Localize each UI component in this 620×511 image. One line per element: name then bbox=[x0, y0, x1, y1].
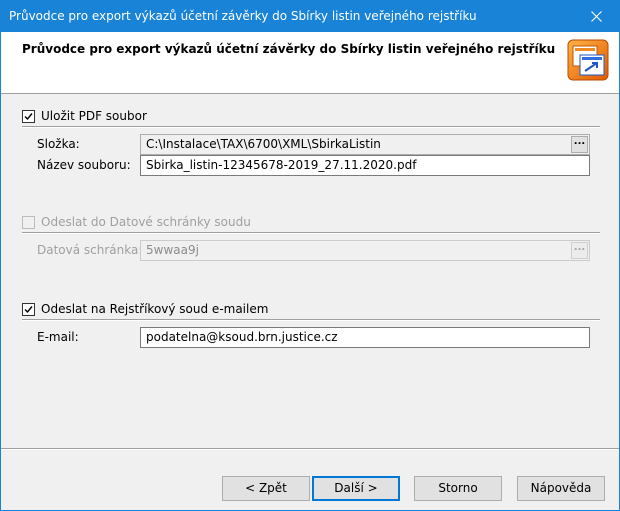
wizard-window: Průvodce pro export výkazů účetní závěrk… bbox=[0, 0, 620, 511]
send-email-checkbox[interactable] bbox=[22, 303, 35, 316]
pdf-separator bbox=[22, 126, 600, 128]
email-label: E-mail: bbox=[37, 330, 79, 344]
save-pdf-checkbox[interactable] bbox=[22, 110, 35, 123]
email-input[interactable]: podatelna@ksoud.brn.justice.cz bbox=[140, 327, 590, 348]
folder-label: Složka: bbox=[37, 137, 80, 151]
filename-input[interactable]: Sbirka_listin-12345678-2019_27.11.2020.p… bbox=[140, 155, 590, 176]
checkmark-icon bbox=[24, 113, 33, 121]
window-title: Průvodce pro export výkazů účetní závěrk… bbox=[9, 9, 477, 23]
footer-separator bbox=[1, 448, 619, 450]
folder-field[interactable]: C:\Instalace\TAX\6700\XML\SbirkaListin bbox=[140, 134, 590, 155]
databox-label: Datová schránka: bbox=[37, 243, 143, 257]
filename-label: Název souboru: bbox=[37, 158, 131, 172]
send-databox-label[interactable]: Odeslat do Datové schránky soudu bbox=[41, 215, 251, 229]
close-button[interactable] bbox=[573, 1, 619, 32]
title-bar[interactable]: Průvodce pro export výkazů účetní závěrk… bbox=[1, 1, 619, 32]
send-email-label[interactable]: Odeslat na Rejstříkový soud e-mailem bbox=[41, 302, 268, 316]
email-separator bbox=[22, 319, 600, 321]
databox-browse-button[interactable]: ... bbox=[571, 242, 588, 259]
folder-browse-button[interactable]: ... bbox=[571, 136, 588, 153]
back-button[interactable]: < Zpět bbox=[222, 476, 310, 501]
databox-separator bbox=[22, 232, 600, 234]
cancel-button[interactable]: Storno bbox=[414, 476, 502, 501]
header-title: Průvodce pro export výkazů účetní závěrk… bbox=[22, 42, 556, 56]
wizard-header: Průvodce pro export výkazů účetní závěrk… bbox=[1, 32, 619, 94]
save-pdf-label[interactable]: Uložit PDF soubor bbox=[41, 109, 147, 123]
databox-field[interactable]: 5wwaa9j bbox=[140, 240, 590, 261]
send-databox-checkbox[interactable] bbox=[22, 216, 35, 229]
vmware-style-logo-icon bbox=[567, 39, 609, 81]
next-button[interactable]: Další > bbox=[312, 476, 400, 501]
close-icon bbox=[590, 11, 602, 22]
checkmark-icon bbox=[24, 306, 33, 314]
help-button[interactable]: Nápověda bbox=[517, 476, 605, 501]
